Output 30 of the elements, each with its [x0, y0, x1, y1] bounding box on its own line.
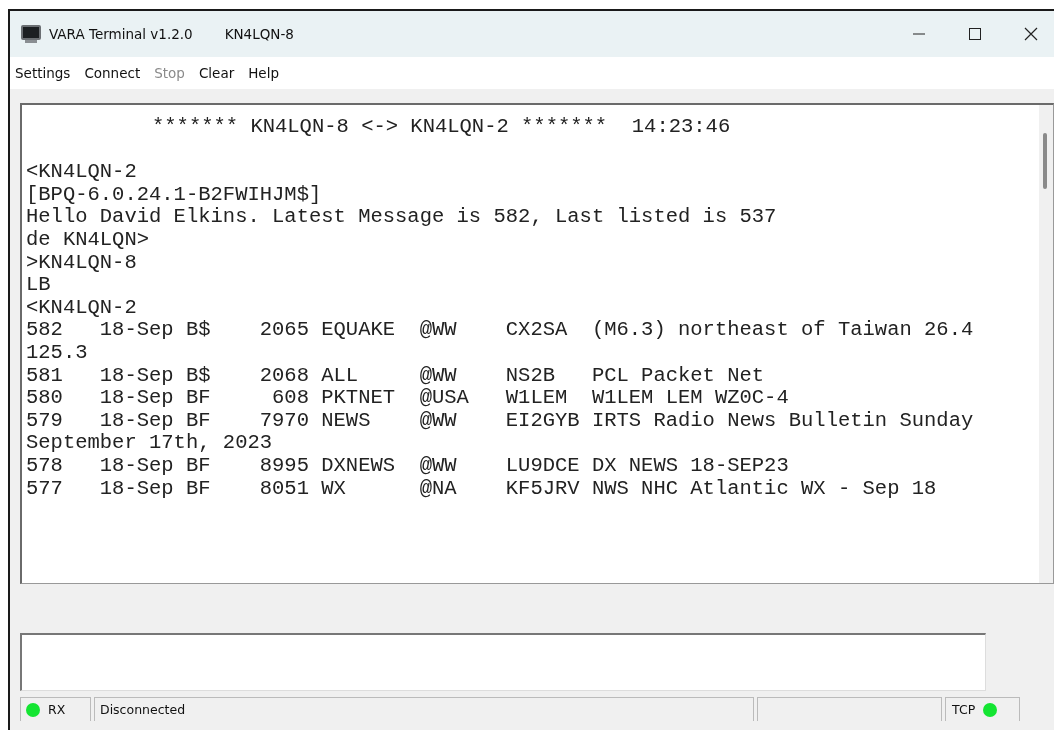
- callsign-title: KN4LQN-8: [224, 26, 294, 42]
- terminal-line: 577 18-Sep BF 8051 WX @NA KF5JRV NWS NHC Atlantic WX - Sep 18: [26, 477, 937, 501]
- terminal-line: 578 18-Sep BF 8995 DXNEWS @WW LU9DCE DX NEWS 18-SEP23: [26, 454, 789, 478]
- terminal-line: September 17th, 2023: [26, 432, 273, 455]
- terminal-line: >KN4LQN-8: [26, 251, 137, 275]
- rx-label: RX: [48, 702, 66, 717]
- terminal-line: <KN4LQN-2: [26, 296, 137, 320]
- terminal-line: 579 18-Sep BF 7970 NEWS @WW EI2GYB IRTS Radio News Bulletin Sunday: [26, 409, 974, 433]
- terminal-line: <KN4LQN-2: [26, 161, 137, 184]
- menu-item[interactable]: Help: [244, 63, 283, 83]
- terminal-line: 580 18-Sep BF 608 PKTNET @USA W1LEM W1LEM LEM WZ0C-4: [26, 387, 789, 410]
- maximize-icon: [968, 27, 982, 41]
- terminal-line: 125.3: [26, 341, 88, 365]
- scrollbar-thumb[interactable]: [1043, 133, 1047, 189]
- connection-status: Disconnected: [94, 697, 754, 721]
- terminal-line: 582 18-Sep B$ 2065 EQUAKE @WW CX2SA (M6.3) northeast of Taiwan 26.4: [26, 319, 974, 342]
- close-icon: [1024, 27, 1038, 41]
- terminal-line: de KN4LQN>: [26, 228, 150, 252]
- menu-item[interactable]: Clear: [194, 63, 239, 83]
- terminal-line: Hello David Elkins. Latest Message is 582, Last listed is 537: [26, 206, 777, 229]
- terminal-line: [BPQ-6.0.24.1-B2FWIHJM$]: [26, 183, 322, 207]
- menu-item[interactable]: Connect: [80, 63, 145, 83]
- terminal-icon: [20, 24, 42, 44]
- terminal-line: LB: [26, 274, 51, 297]
- menu-item[interactable]: Settings: [11, 63, 75, 83]
- window-title: VARA Terminal v1.2.0: [49, 26, 193, 42]
- command-input[interactable]: [20, 633, 986, 691]
- tcp-label: TCP: [952, 702, 976, 717]
- session-header-text: ******* KN4LQN-8 <-> KN4LQN-2 ******* 14:23:46: [152, 116, 731, 139]
- terminal-line: 581 18-Sep B$ 2068 ALL @WW NS2B PCL Packet Net: [26, 364, 765, 388]
